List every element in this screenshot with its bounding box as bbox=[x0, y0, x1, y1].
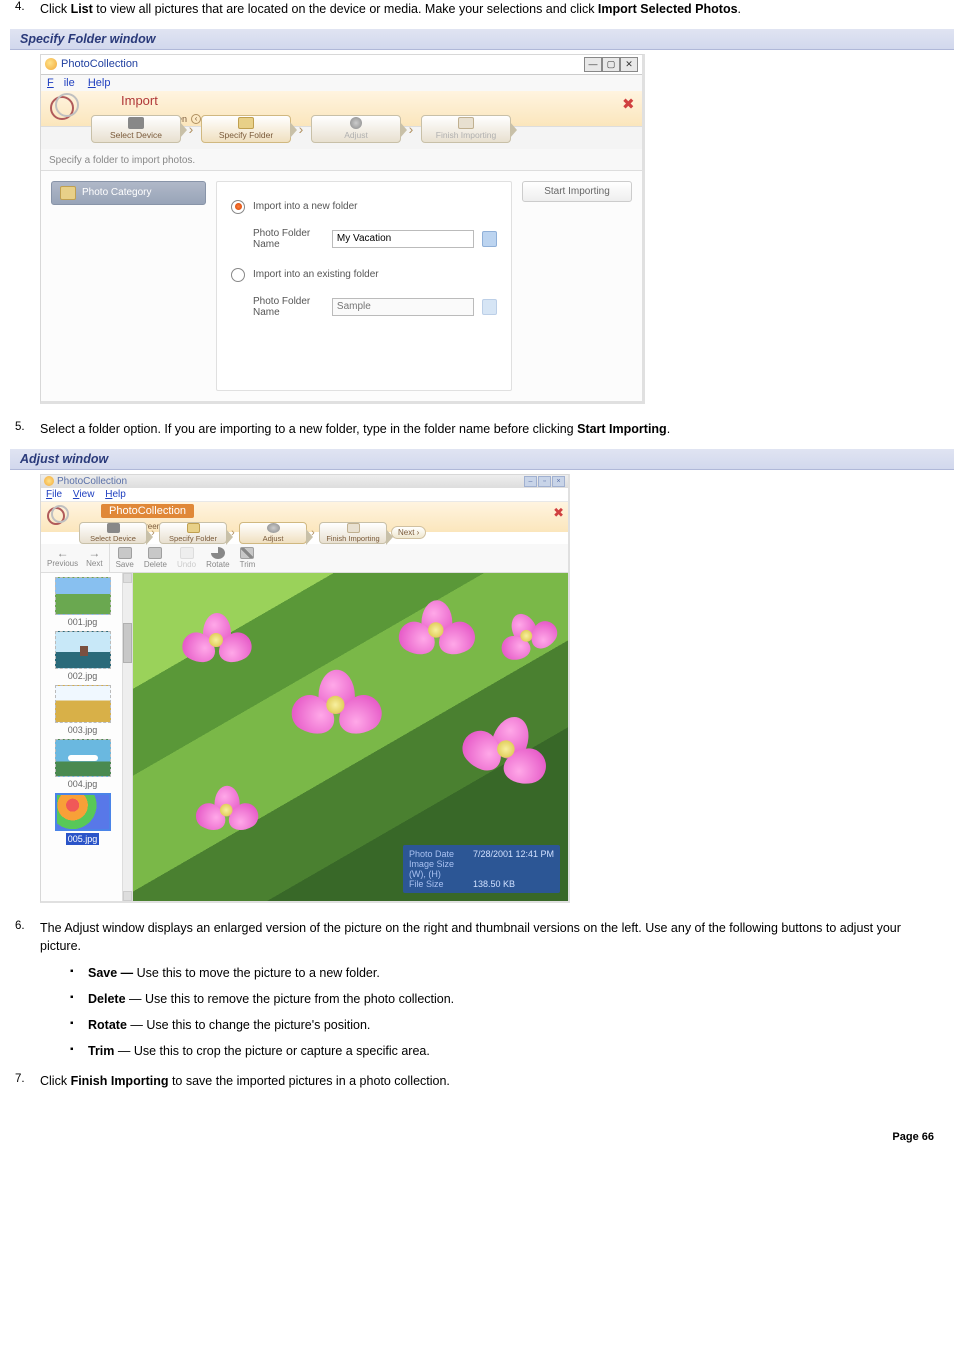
scroll-up-button[interactable] bbox=[123, 573, 132, 583]
minimize-button[interactable]: — bbox=[584, 57, 602, 72]
next-button[interactable]: Next › bbox=[391, 526, 426, 539]
step-adjust[interactable]: Adjust bbox=[311, 115, 401, 143]
folder-icon bbox=[238, 117, 254, 129]
magnifier-icon bbox=[350, 117, 362, 129]
banner-close-icon[interactable]: ✖ bbox=[622, 95, 638, 111]
titlebar-2: PhotoCollection – ▫ × bbox=[41, 475, 568, 488]
browse-folder-button[interactable] bbox=[482, 231, 497, 247]
folder-icon-2 bbox=[187, 523, 200, 533]
sub-delete: Delete — Use this to remove the picture … bbox=[70, 992, 934, 1006]
pc-title: PhotoCollection bbox=[101, 504, 194, 518]
sub-rotate: Rotate — Use this to change the picture'… bbox=[70, 1018, 934, 1032]
main-image-view: Photo Date7/28/2001 12:41 PM Image Size … bbox=[133, 573, 568, 901]
page-number: Page 66 bbox=[0, 1101, 954, 1158]
thumb-003[interactable]: 003.jpg bbox=[47, 685, 118, 735]
photo-category-button[interactable]: Photo Category bbox=[51, 181, 206, 205]
step-5: 5. Select a folder option. If you are im… bbox=[40, 420, 934, 439]
menu-help[interactable]: Help bbox=[88, 77, 111, 89]
image-metadata-overlay: Photo Date7/28/2001 12:41 PM Image Size … bbox=[403, 845, 560, 893]
step-4: 4. Click List to view all pictures that … bbox=[40, 0, 934, 19]
delete-icon bbox=[148, 547, 162, 559]
delete-tool[interactable]: Delete bbox=[144, 547, 167, 569]
sub-save: Save — Use this to move the picture to a… bbox=[70, 966, 934, 980]
minimize-button-2[interactable]: – bbox=[524, 476, 537, 487]
next-image-button[interactable]: →Next bbox=[86, 547, 102, 569]
step-finish-importing[interactable]: Finish Importing bbox=[421, 115, 511, 143]
screenshot-adjust-window: PhotoCollection – ▫ × File View Help Pho… bbox=[40, 474, 570, 903]
card-icon bbox=[458, 117, 474, 129]
thumb-002[interactable]: 002.jpg bbox=[47, 631, 118, 681]
radio-existing-folder[interactable]: Import into an existing folder bbox=[231, 268, 497, 282]
rotate-tool[interactable]: Rotate bbox=[206, 547, 230, 569]
window-title-2: PhotoCollection bbox=[44, 476, 524, 487]
radio-new-folder[interactable]: Import into a new folder bbox=[231, 200, 497, 214]
scroll-down-button[interactable] bbox=[123, 891, 132, 901]
thumbnail-panel: 001.jpg 002.jpg 003.jpg 004.jpg 005.jpg bbox=[41, 573, 133, 901]
trim-icon bbox=[240, 547, 254, 559]
radio-unselected-icon bbox=[231, 268, 245, 282]
card-icon-2 bbox=[347, 523, 360, 533]
camera-icon bbox=[128, 117, 144, 129]
menu-view-2[interactable]: View bbox=[73, 489, 95, 500]
menubar-2: File View Help bbox=[41, 488, 568, 502]
menu-help-2[interactable]: Help bbox=[105, 489, 126, 500]
thumbnail-scrollbar[interactable] bbox=[122, 573, 132, 901]
maximize-button-2[interactable]: ▫ bbox=[538, 476, 551, 487]
close-button[interactable]: ✕ bbox=[620, 57, 638, 72]
menubar: File Help bbox=[41, 75, 642, 91]
undo-icon bbox=[180, 547, 194, 559]
import-title: Import bbox=[121, 93, 158, 108]
thumb-001[interactable]: 001.jpg bbox=[47, 577, 118, 627]
step-specify-folder[interactable]: Specify Folder bbox=[201, 115, 291, 143]
banner-close-icon-2[interactable]: ✖ bbox=[553, 505, 564, 521]
scroll-thumb[interactable] bbox=[123, 623, 132, 663]
step-7: 7. Click Finish Importing to save the im… bbox=[40, 1072, 934, 1091]
screenshot-specify-folder: PhotoCollection — ▢ ✕ File Help Import ⌂… bbox=[40, 54, 645, 404]
step-select-device[interactable]: Select Device bbox=[91, 115, 181, 143]
rotate-icon bbox=[211, 547, 225, 559]
step-6: 6. The Adjust window displays an enlarge… bbox=[40, 919, 934, 1059]
save-icon bbox=[118, 547, 132, 559]
menu-file[interactable]: File bbox=[47, 77, 75, 89]
thumb-005[interactable]: 005.jpg bbox=[47, 793, 118, 845]
existing-folder-name-input bbox=[332, 298, 474, 316]
window-title: PhotoCollection bbox=[61, 58, 584, 70]
step2-specify-folder[interactable]: Specify Folder bbox=[159, 522, 227, 544]
step2-finish-importing[interactable]: Finish Importing bbox=[319, 522, 387, 544]
thumb-004[interactable]: 004.jpg bbox=[47, 739, 118, 789]
step2-adjust[interactable]: Adjust bbox=[239, 522, 307, 544]
previous-button[interactable]: ←Previous bbox=[47, 547, 78, 569]
browse-folder-button-2 bbox=[482, 299, 497, 315]
close-button-2[interactable]: × bbox=[552, 476, 565, 487]
step2-select-device[interactable]: Select Device bbox=[79, 522, 147, 544]
instruction-text: Specify a folder to import photos. bbox=[41, 149, 642, 171]
app-icon bbox=[45, 58, 57, 70]
magnifier-icon-2 bbox=[267, 523, 280, 533]
banner-specify-folder: Specify Folder window bbox=[10, 29, 954, 50]
undo-tool: Undo bbox=[177, 547, 196, 569]
folder-name-label-2: Photo Folder Name bbox=[253, 296, 324, 318]
sub-trim: Trim — Use this to crop the picture or c… bbox=[70, 1044, 934, 1058]
titlebar: PhotoCollection — ▢ ✕ bbox=[41, 55, 642, 75]
maximize-button[interactable]: ▢ bbox=[602, 57, 620, 72]
start-importing-button[interactable]: Start Importing bbox=[522, 181, 632, 202]
menu-file-2[interactable]: File bbox=[46, 489, 62, 500]
radio-selected-icon bbox=[231, 200, 245, 214]
trim-tool[interactable]: Trim bbox=[240, 547, 256, 569]
save-tool[interactable]: Save bbox=[116, 547, 134, 569]
banner-adjust-window: Adjust window bbox=[10, 449, 954, 470]
new-folder-name-input[interactable] bbox=[332, 230, 474, 248]
camera-icon-2 bbox=[107, 523, 120, 533]
folder-name-label: Photo Folder Name bbox=[253, 228, 324, 250]
